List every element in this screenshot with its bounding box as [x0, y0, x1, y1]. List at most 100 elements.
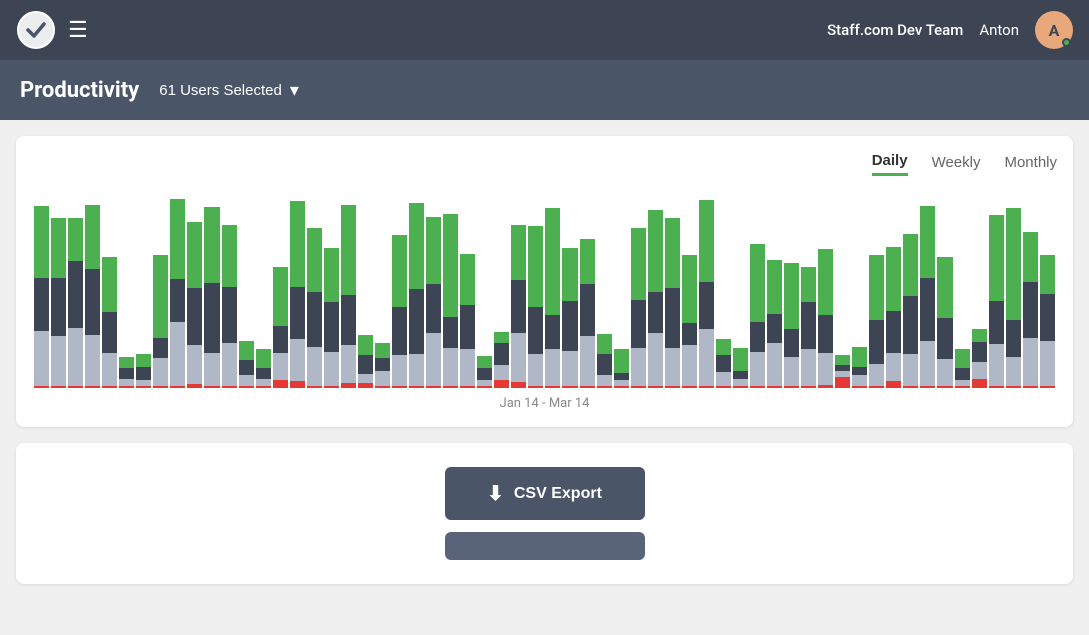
- bar-group: [341, 188, 356, 388]
- bar-segment-productive: [460, 254, 475, 304]
- bar-segment-productive: [511, 225, 526, 280]
- bar-segment-offline: [716, 386, 731, 388]
- bar-group: [699, 188, 714, 388]
- bar-segment-productive: [801, 267, 816, 301]
- bar-group: [136, 188, 151, 388]
- bar-segment-offline: [903, 386, 918, 388]
- bar-segment-unproductive: [85, 335, 100, 386]
- bar-segment-neutral: [153, 338, 168, 359]
- tab-daily[interactable]: Daily: [872, 152, 908, 176]
- bar-segment-unproductive: [239, 375, 254, 386]
- bar-segment-neutral: [733, 371, 748, 380]
- bar-segment-productive: [955, 349, 970, 368]
- bar-segment-unproductive: [920, 341, 935, 386]
- bar-segment-productive: [886, 247, 901, 311]
- bar-segment-unproductive: [818, 353, 833, 385]
- hamburger-menu-icon[interactable]: ☰: [68, 18, 88, 43]
- tab-monthly[interactable]: Monthly: [1004, 154, 1057, 175]
- bar-segment-productive: [716, 339, 731, 355]
- csv-export-label: CSV Export: [514, 485, 602, 503]
- avatar[interactable]: A: [1035, 11, 1073, 49]
- bar-segment-neutral: [920, 278, 935, 341]
- bar-segment-neutral: [409, 289, 424, 354]
- bar-segment-offline: [341, 383, 356, 388]
- bar-segment-productive: [1040, 255, 1055, 294]
- bar-segment-productive: [68, 218, 83, 260]
- tab-weekly[interactable]: Weekly: [932, 154, 981, 175]
- bar-segment-productive: [528, 226, 543, 306]
- bar-segment-productive: [562, 248, 577, 301]
- bar-segment-unproductive: [170, 322, 185, 386]
- bar-segment-offline: [358, 383, 373, 388]
- bar-segment-offline: [955, 386, 970, 388]
- bar-segment-offline: [648, 386, 663, 388]
- users-selected-button[interactable]: 61 Users Selected ▾: [159, 80, 299, 101]
- bar-segment-offline: [477, 386, 492, 388]
- bar-group: [989, 188, 1004, 388]
- bar-segment-productive: [187, 222, 202, 287]
- bar-segment-offline: [375, 386, 390, 388]
- bar-group: [511, 188, 526, 388]
- bar-segment-productive: [392, 235, 407, 308]
- main-content: Daily Weekly Monthly Jan 14 - Mar 14 ⬇ C…: [0, 120, 1089, 600]
- bar-segment-offline: [665, 386, 680, 388]
- bar-segment-neutral: [494, 343, 509, 364]
- bar-segment-neutral: [903, 296, 918, 355]
- bar-group: [256, 188, 271, 388]
- bar-segment-offline: [102, 386, 117, 388]
- bar-segment-neutral: [937, 318, 952, 360]
- bar-segment-unproductive: [51, 336, 66, 386]
- bar-group: [290, 188, 305, 388]
- bar-group: [648, 188, 663, 388]
- bar-group: [102, 188, 117, 388]
- avatar-initial: A: [1049, 21, 1060, 40]
- bar-group: [886, 188, 901, 388]
- bar-segment-unproductive: [102, 353, 117, 386]
- bar-segment-offline: [392, 386, 407, 388]
- bar-segment-productive: [1006, 208, 1021, 320]
- bar-segment-productive: [989, 215, 1004, 301]
- csv-export-button[interactable]: ⬇ CSV Export: [445, 467, 645, 520]
- bar-group: [716, 188, 731, 388]
- bar-segment-unproductive: [34, 331, 49, 386]
- bar-segment-productive: [136, 354, 151, 367]
- bar-segment-neutral: [187, 288, 202, 345]
- team-name: Staff.com Dev Team: [827, 21, 963, 39]
- bar-segment-unproductive: [750, 352, 765, 386]
- bar-segment-neutral: [204, 283, 219, 353]
- logo-icon: [16, 10, 56, 50]
- navbar-right: Staff.com Dev Team Anton A: [827, 11, 1073, 49]
- bar-segment-offline: [920, 386, 935, 388]
- bar-group: [187, 188, 202, 388]
- bar-segment-neutral: [426, 284, 441, 333]
- bar-group: [494, 188, 509, 388]
- bar-segment-neutral: [580, 284, 595, 336]
- bar-segment-neutral: [307, 292, 322, 347]
- bar-segment-neutral: [375, 358, 390, 371]
- bar-segment-offline: [733, 386, 748, 388]
- bar-segment-offline: [256, 386, 271, 388]
- bar-group: [903, 188, 918, 388]
- bar-segment-productive: [375, 343, 390, 358]
- bar-segment-productive: [733, 348, 748, 370]
- bar-segment-productive: [290, 201, 305, 287]
- bar-segment-unproductive: [580, 336, 595, 386]
- bar-segment-unproductive: [1023, 338, 1038, 386]
- bar-segment-offline: [886, 381, 901, 388]
- bar-segment-offline: [170, 386, 185, 388]
- bar-group: [170, 188, 185, 388]
- bar-segment-productive: [324, 248, 339, 302]
- bar-group: [443, 188, 458, 388]
- bar-segment-productive: [545, 208, 560, 315]
- bar-segment-productive: [767, 260, 782, 314]
- bar-group: [239, 188, 254, 388]
- bar-group: [784, 188, 799, 388]
- bar-segment-unproductive: [324, 352, 339, 386]
- bar-segment-neutral: [477, 368, 492, 380]
- bar-segment-unproductive: [494, 365, 509, 381]
- bar-segment-unproductive: [511, 333, 526, 382]
- bar-group: [51, 188, 66, 388]
- bar-segment-neutral: [1023, 282, 1038, 338]
- bar-segment-neutral: [341, 295, 356, 344]
- second-export-button[interactable]: [445, 532, 645, 560]
